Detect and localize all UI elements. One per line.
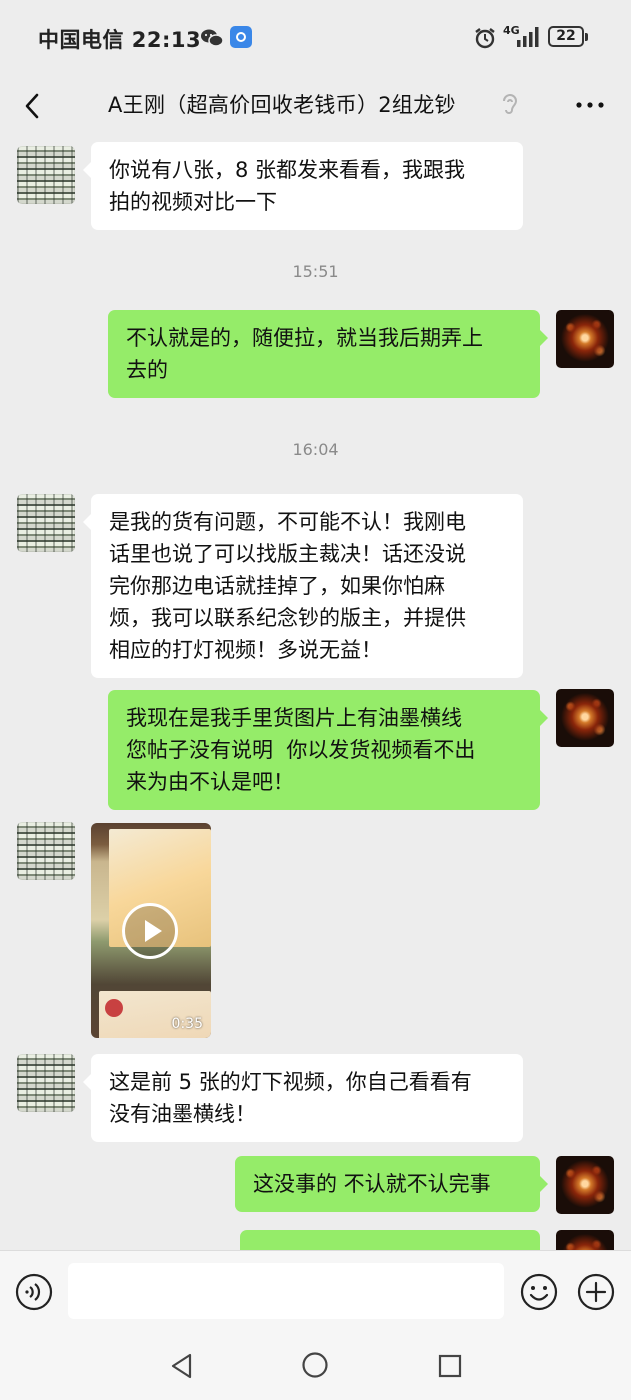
more-button[interactable] [573,92,607,118]
chat-title: A王刚（超高价回收老钱币）2组龙钞 [108,93,456,117]
more-icon [576,102,604,108]
plus-button[interactable] [577,1273,615,1315]
my-avatar[interactable] [556,1230,614,1250]
ear-icon [498,92,520,122]
contact-avatar[interactable] [17,494,75,552]
app-icon [230,26,252,48]
input-bar [0,1250,631,1330]
contact-avatar[interactable] [17,1054,75,1112]
message-bubble-sent[interactable]: 不认就是的，随便拉，就当我后期弄上 去的 [108,310,548,398]
back-icon [25,93,39,119]
voice-icon [15,1273,53,1311]
back-button[interactable] [18,88,48,124]
emoji-icon [520,1273,558,1311]
message-bubble-sent[interactable]: 我现在是我手里货图片上有油墨横线 您帖子没有说明 你以发货视频看不出 来为由不认… [108,690,548,810]
message-bubble-received[interactable]: 是我的货有问题，不可能不认！我刚电 话里也说了可以找版主裁决！话还没说 完你那边… [83,494,523,678]
alarm-icon [473,27,497,53]
wechat-icon [200,28,224,52]
contact-avatar[interactable] [17,146,75,204]
play-icon[interactable] [122,903,178,959]
my-avatar[interactable] [556,689,614,747]
video-duration: 0:35 [171,1016,203,1032]
emoji-button[interactable] [520,1273,558,1315]
message-bubble-received[interactable]: 你说有八张，8 张都发来看看，我跟我 拍的视频对比一下 [83,142,523,230]
system-nav-bar [0,1330,631,1400]
video-message[interactable]: 0:35 [91,823,211,1038]
plus-icon [577,1273,615,1311]
contact-avatar[interactable] [17,822,75,880]
battery-icon: 22 [548,26,588,47]
message-timestamp: 16:04 [292,440,339,459]
nav-back-icon [171,1353,192,1379]
my-avatar[interactable] [556,310,614,368]
message-input[interactable] [68,1263,504,1319]
carrier-time: 中国电信 22:13 [38,28,202,52]
chat-header: A王刚（超高价回收老钱币）2组龙钞 [0,78,631,134]
message-bubble-sent-partial[interactable] [240,1230,540,1250]
nav-home-icon [302,1352,328,1378]
my-avatar[interactable] [556,1156,614,1214]
voice-button[interactable] [15,1273,53,1315]
video-thumbnail-emblem [105,999,123,1017]
nav-recent-button[interactable] [438,1354,462,1382]
status-bar: 中国电信 22:13 4G 22 [0,0,631,78]
signal-icon [516,26,542,52]
nav-recent-icon [438,1354,462,1378]
nav-back-button[interactable] [168,1352,196,1384]
nav-home-button[interactable] [301,1351,329,1383]
message-bubble-sent[interactable]: 这没事的 不认就不认完事 [235,1156,548,1212]
chat-area[interactable]: 你说有八张，8 张都发来看看，我跟我 拍的视频对比一下 15:51 不认就是的，… [0,134,631,1250]
message-timestamp: 15:51 [292,262,339,281]
message-bubble-received[interactable]: 这是前 5 张的灯下视频，你自己看看有 没有油墨横线！ [83,1054,523,1142]
